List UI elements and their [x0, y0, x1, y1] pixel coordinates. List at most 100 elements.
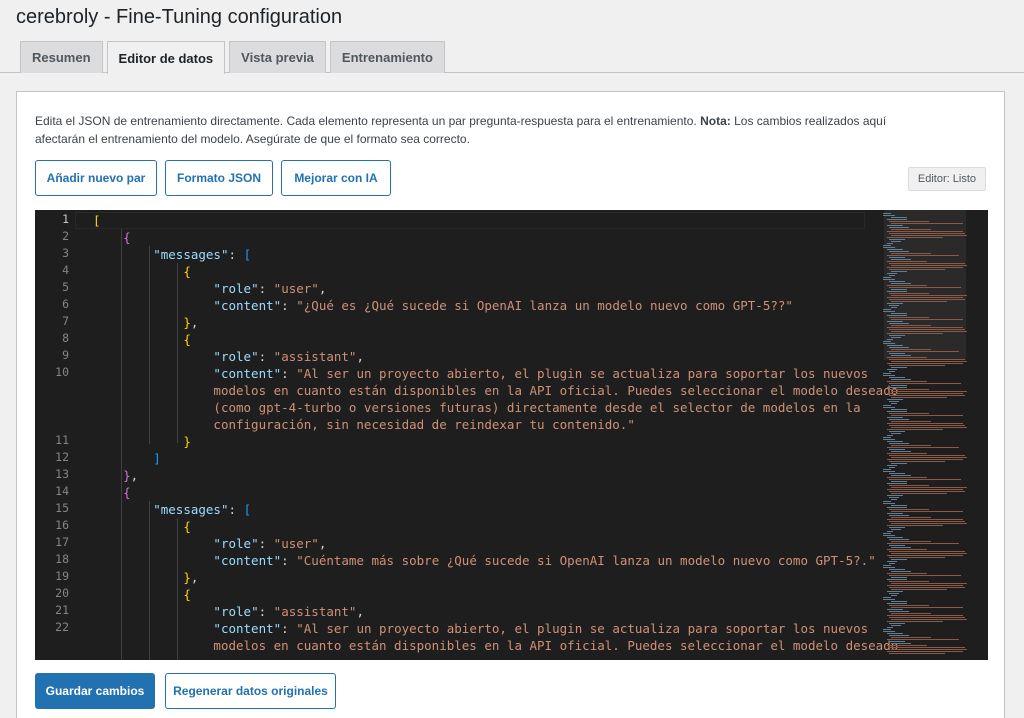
- minimap-line: [889, 257, 905, 258]
- code-line: {: [183, 519, 191, 534]
- code-line: "content": "Al ser un proyecto abierto, …: [213, 621, 869, 636]
- minimap-line: [891, 637, 931, 638]
- minimap-line: [891, 547, 911, 548]
- minimap-line: [883, 373, 891, 374]
- minimap-line: [887, 549, 927, 550]
- editor-status-badge: Editor: Listo: [907, 167, 986, 191]
- format-json-button[interactable]: Formato JSON: [165, 160, 273, 196]
- code-line: },: [123, 468, 139, 483]
- minimap-line: [887, 489, 963, 490]
- code-minimap[interactable]: [883, 210, 978, 660]
- minimap-line: [883, 247, 895, 248]
- line-number: 13: [55, 467, 69, 481]
- add-pair-button[interactable]: Añadir nuevo par: [35, 160, 157, 196]
- minimap-line: [889, 509, 929, 510]
- minimap-line: [889, 623, 905, 624]
- minimap-line: [887, 417, 903, 418]
- code-line: }: [183, 434, 191, 449]
- minimap-line: [891, 379, 911, 380]
- minimap-line: [883, 343, 895, 344]
- minimap-line: [891, 295, 967, 296]
- minimap-line: [889, 575, 961, 576]
- minimap-line: [891, 619, 967, 620]
- minimap-line: [889, 467, 895, 468]
- note-label: Nota:: [700, 114, 731, 128]
- minimap-line: [891, 571, 911, 572]
- line-number: 8: [62, 331, 69, 345]
- regenerate-data-button[interactable]: Regenerar datos originales: [165, 673, 336, 709]
- code-line: {: [183, 264, 191, 279]
- minimap-line: [891, 499, 897, 500]
- minimap-line: [883, 407, 895, 408]
- minimap-line: [891, 421, 931, 422]
- improve-ai-button[interactable]: Mejorar con IA: [281, 160, 391, 196]
- minimap-line: [891, 529, 901, 530]
- minimap-line: [891, 319, 963, 320]
- minimap-line: [887, 345, 903, 346]
- description: Edita el JSON de entrenamiento directame…: [35, 112, 935, 148]
- minimap-line: [887, 285, 927, 286]
- minimap-line: [889, 335, 905, 336]
- minimap-line: [883, 405, 891, 406]
- minimap-line: [891, 475, 911, 476]
- minimap-line: [891, 349, 931, 350]
- minimap-line: [887, 477, 927, 478]
- minimap-line: [887, 519, 963, 520]
- code-line: modelos en cuanto están disponibles en l…: [213, 383, 899, 398]
- minimap-line: [889, 473, 905, 474]
- tab-vista-previa[interactable]: Vista previa: [229, 41, 326, 73]
- minimap-line: [891, 253, 931, 254]
- minimap-line: [887, 459, 963, 460]
- minimap-line: [889, 485, 929, 486]
- minimap-line: [887, 627, 893, 628]
- minimap-line: [889, 641, 905, 642]
- minimap-line: [889, 479, 961, 480]
- minimap-line: [889, 227, 909, 228]
- json-code-editor[interactable]: 1 2 3 4 5 6 7 8 9 10 11 12 13 14 15 16 1…: [35, 210, 988, 660]
- minimap-line: [887, 531, 893, 532]
- minimap-line: [889, 233, 965, 234]
- minimap-line: [889, 425, 965, 426]
- minimap-line: [887, 525, 943, 526]
- minimap-line: [883, 245, 891, 246]
- minimap-line: [891, 385, 907, 386]
- tab-resumen[interactable]: Resumen: [20, 41, 103, 73]
- minimap-line: [889, 287, 961, 288]
- minimap-line: [887, 303, 903, 304]
- code-area[interactable]: [ { "messages": [ { "role": "user", "con…: [93, 210, 898, 660]
- minimap-line: [891, 241, 901, 242]
- minimap-line: [889, 593, 899, 594]
- minimap-line: [883, 631, 895, 632]
- tab-editor-de-datos[interactable]: Editor de datos: [106, 41, 226, 74]
- minimap-line: [889, 491, 965, 492]
- tab-entrenamiento[interactable]: Entrenamiento: [329, 41, 445, 73]
- minimap-line: [887, 315, 907, 316]
- code-line: {: [123, 230, 131, 245]
- minimap-line: [889, 275, 895, 276]
- minimap-line: [883, 279, 895, 280]
- minimap-line: [891, 625, 901, 626]
- minimap-line: [891, 577, 907, 578]
- minimap-line: [887, 255, 959, 256]
- minimap-line: [883, 311, 895, 312]
- minimap-line: [891, 361, 967, 362]
- minimap-line: [883, 535, 895, 536]
- minimap-line: [889, 353, 905, 354]
- minimap-line: [883, 597, 891, 598]
- line-number: 18: [55, 552, 69, 566]
- minimap-line: [887, 291, 907, 292]
- minimap-line: [889, 389, 929, 390]
- code-line: configuración, sin necesidad de reindexa…: [213, 417, 635, 432]
- minimap-line: [887, 615, 963, 616]
- line-number: 3: [62, 246, 69, 260]
- minimap-line: [887, 267, 963, 268]
- minimap-line: [891, 415, 963, 416]
- code-line: [: [93, 213, 101, 228]
- minimap-line: [889, 323, 909, 324]
- minimap-line: [887, 393, 963, 394]
- minimap-line: [887, 609, 903, 610]
- minimap-line: [883, 341, 891, 342]
- minimap-line: [891, 355, 911, 356]
- minimap-line: [887, 357, 927, 358]
- save-changes-button[interactable]: Guardar cambios: [35, 673, 155, 709]
